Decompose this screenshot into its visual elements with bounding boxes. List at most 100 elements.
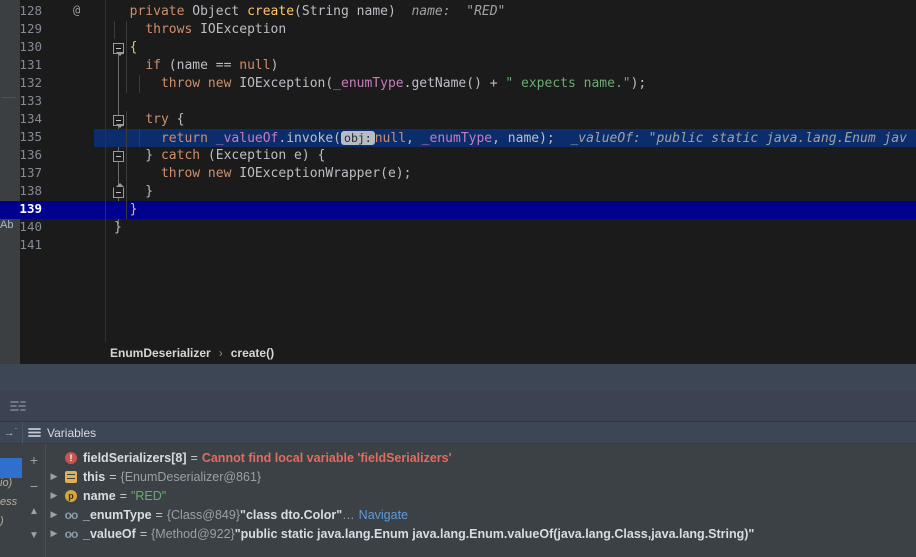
code-line[interactable]: }	[106, 201, 916, 219]
expand-triangle-icon[interactable]: ▶	[46, 528, 62, 539]
code-token: throw new	[161, 166, 231, 181]
line-number[interactable]: 132	[2, 75, 42, 90]
code-token: ,	[406, 131, 422, 146]
code-line[interactable]: }	[106, 219, 916, 237]
breadcrumb-method[interactable]: create()	[231, 346, 274, 360]
code-line[interactable]: return _valueOf.invoke(obj:null, _enumTy…	[106, 129, 916, 147]
code-line[interactable]: throws IOException	[106, 21, 916, 39]
line-number[interactable]: 134	[2, 111, 42, 126]
code-token: if	[145, 58, 161, 73]
move-up-button[interactable]: ▲	[26, 504, 42, 520]
variable-row[interactable]: ▶this={EnumDeserializer@861}	[46, 467, 916, 486]
burger-icon[interactable]	[23, 427, 45, 438]
line-number[interactable]: 138	[2, 183, 42, 198]
code-token	[114, 76, 161, 91]
code-token: null	[375, 131, 406, 146]
code-editor[interactable]: ser Ab 128@12913013113213313413513613713…	[0, 0, 916, 342]
code-line[interactable]: {	[106, 39, 916, 57]
code-line[interactable]: if (name == null)	[106, 57, 916, 75]
code-token: }	[114, 220, 122, 235]
code-token: private	[130, 4, 185, 19]
variables-panel[interactable]: io)ess) + − ▲ ▼ ▶!fieldSerializers[8]=Ca…	[0, 444, 916, 557]
code-line[interactable]: throw new IOExceptionWrapper(e);	[106, 165, 916, 183]
code-token	[114, 112, 145, 127]
breadcrumb-class[interactable]: EnumDeserializer	[110, 346, 211, 360]
expand-triangle-icon[interactable]: ▶	[46, 490, 62, 501]
code-token	[114, 166, 161, 181]
equals-sign: =	[191, 451, 198, 465]
variable-reference: {Class@849}	[167, 508, 240, 522]
indent-guide	[139, 129, 140, 147]
code-token	[114, 58, 145, 73]
variables-side-toolbar[interactable]: + − ▲ ▼	[22, 444, 46, 557]
code-token: )	[271, 58, 279, 73]
move-down-button[interactable]: ▼	[26, 528, 42, 544]
navigate-link[interactable]: Navigate	[359, 508, 408, 522]
code-token: .invoke(	[278, 131, 341, 146]
field-icon: oo	[62, 527, 80, 541]
code-token: }	[130, 202, 138, 217]
step-into-arrow-icon[interactable]: →˙	[0, 422, 22, 444]
settings-lines-icon[interactable]	[8, 397, 28, 415]
panel-splitter-band[interactable]	[0, 364, 916, 391]
equals-sign: =	[109, 470, 116, 484]
code-line[interactable]: }	[106, 183, 916, 201]
line-number[interactable]: 140	[2, 219, 42, 234]
indent-guide	[114, 21, 115, 39]
variable-row[interactable]: ▶oo_enumType={Class@849} "class dto.Colo…	[46, 505, 916, 524]
variable-row[interactable]: ▶!fieldSerializers[8]=Cannot find local …	[46, 448, 916, 467]
adjacent-panel-text-fragment: ess	[0, 496, 22, 508]
line-number[interactable]: 133	[2, 93, 42, 108]
line-number[interactable]: 141	[2, 237, 42, 252]
code-token: create	[247, 4, 294, 19]
code-line[interactable]	[106, 237, 916, 255]
debug-toolbar[interactable]	[0, 391, 916, 422]
code-line[interactable]: throw new IOException(_enumType.getName(…	[106, 75, 916, 93]
code-line[interactable]	[106, 93, 916, 111]
code-line[interactable]: private Object create(String name) name:…	[106, 3, 916, 21]
code-token: _valueOf	[216, 131, 279, 146]
code-token	[114, 131, 161, 146]
code-token: throw new	[161, 76, 231, 91]
line-number[interactable]: 139	[2, 201, 42, 216]
code-token: null	[239, 58, 270, 73]
line-number[interactable]: 136	[2, 147, 42, 162]
line-number[interactable]: 137	[2, 165, 42, 180]
line-number[interactable]: 135	[2, 129, 42, 144]
indent-guide	[139, 75, 140, 93]
expand-triangle-icon[interactable]: ▶	[46, 509, 62, 520]
code-token: _enumType	[422, 131, 492, 146]
variable-value: Cannot find local variable 'fieldSeriali…	[202, 451, 452, 465]
indent-guide	[126, 57, 127, 93]
code-line[interactable]: } catch (Exception e) {	[106, 147, 916, 165]
code-token: " expects name."	[505, 76, 630, 91]
expand-triangle-icon[interactable]: ▶	[46, 471, 62, 482]
variables-tree[interactable]: ▶!fieldSerializers[8]=Cannot find local …	[46, 444, 916, 557]
code-line[interactable]: try {	[106, 111, 916, 129]
code-content[interactable]: private Object create(String name) name:…	[106, 0, 916, 342]
indent-guide	[126, 21, 127, 57]
variable-name: fieldSerializers[8]	[83, 451, 187, 465]
line-number[interactable]: 129	[2, 21, 42, 36]
equals-sign: =	[140, 527, 147, 541]
code-token	[114, 22, 145, 37]
variable-row[interactable]: ▶pname="RED"	[46, 486, 916, 505]
parameter-hint-badge: obj:	[341, 131, 375, 145]
line-number[interactable]: 131	[2, 57, 42, 72]
field-icon: oo	[62, 508, 80, 522]
line-number[interactable]: 128	[2, 3, 42, 18]
remove-watch-button[interactable]: −	[26, 478, 42, 494]
annotation-marker-icon[interactable]: @	[73, 3, 80, 17]
code-token: (name ==	[161, 58, 239, 73]
editor-gutter[interactable]: 128@129130131132133134135136137138139140…	[20, 0, 106, 342]
code-token: .getName() +	[404, 76, 506, 91]
breadcrumb-gutter-pad	[0, 342, 20, 364]
ide-debugger-window: ser Ab 128@12913013113213313413513613713…	[0, 0, 916, 557]
line-number[interactable]: 130	[2, 39, 42, 54]
this-icon	[62, 471, 80, 483]
variables-tab-header[interactable]: →˙ Variables	[0, 422, 916, 444]
variables-tab-label[interactable]: Variables	[47, 426, 96, 440]
breadcrumb[interactable]: EnumDeserializer › create()	[20, 342, 916, 364]
add-watch-button[interactable]: +	[26, 452, 42, 468]
variable-row[interactable]: ▶oo_valueOf={Method@922} "public static …	[46, 524, 916, 543]
